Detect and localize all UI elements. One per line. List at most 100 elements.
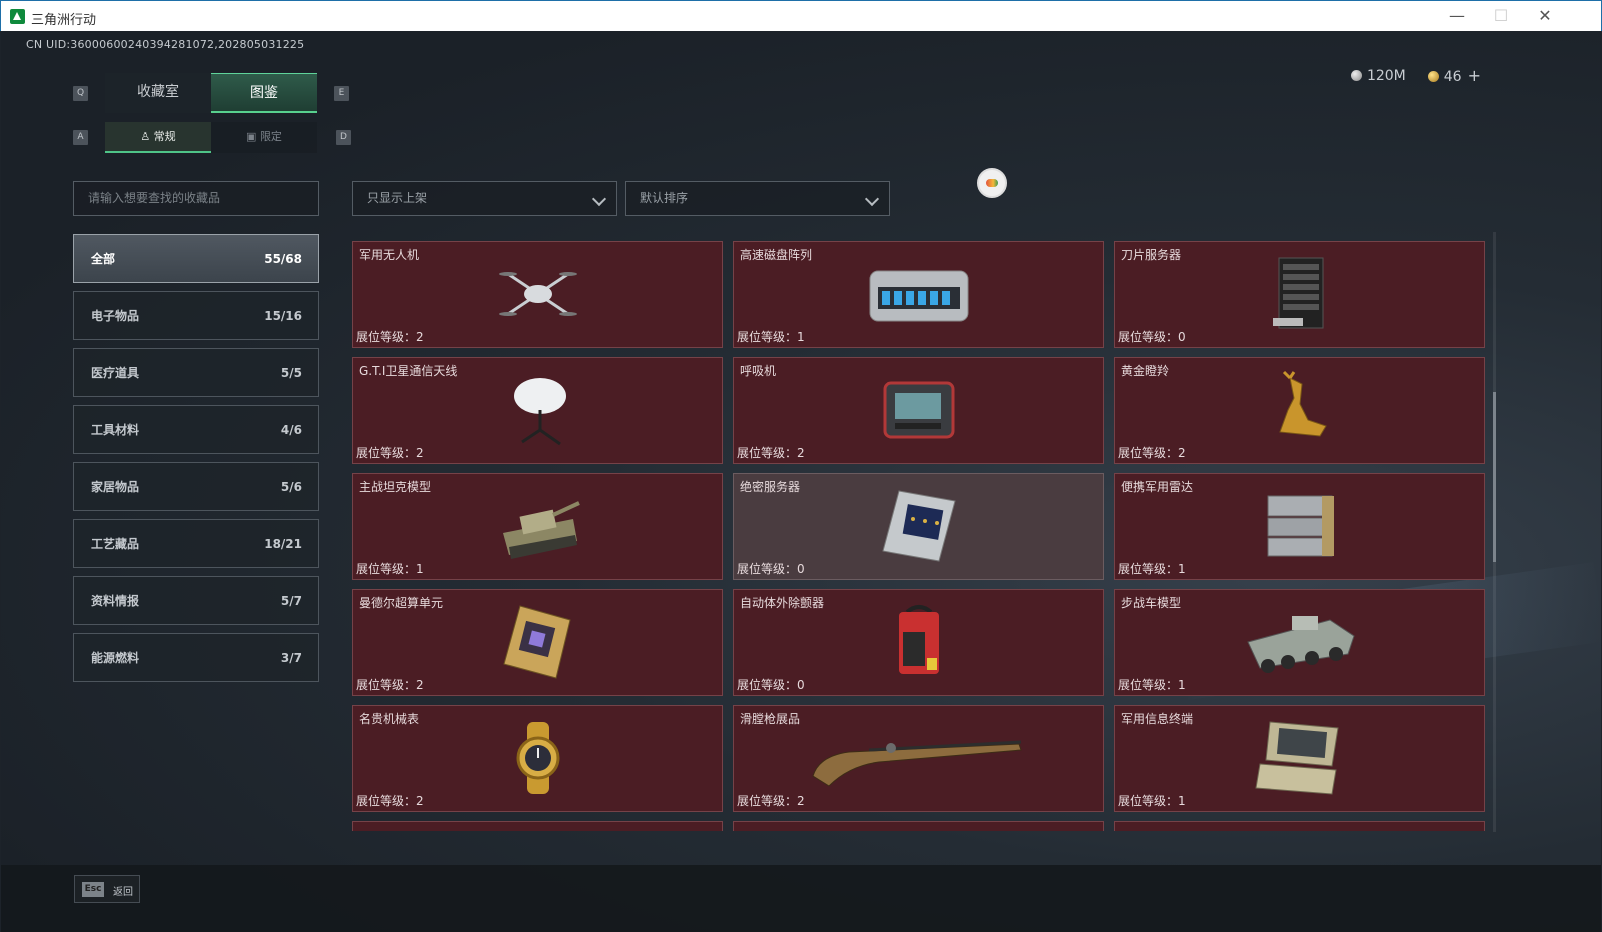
- category-tools[interactable]: 工具材料 4/6: [73, 405, 319, 454]
- add-currency-button[interactable]: +: [1468, 66, 1481, 85]
- category-label: 能源燃料: [91, 651, 140, 665]
- item-name: 曼德尔超算单元: [359, 596, 444, 610]
- category-count: 4/6: [280, 422, 302, 437]
- item-level: 展位等级：2: [1118, 446, 1186, 460]
- item-card[interactable]: 步战车模型 展位等级：1: [1114, 589, 1485, 696]
- item-grid: 军用无人机 展位等级：2 高速磁盘阵列 展位等级：1 刀片服务器 展位等级：0 …: [352, 241, 1485, 831]
- item-card[interactable]: 刀片服务器 展位等级：0: [1114, 241, 1485, 348]
- game-view: CN UID:36000600240394281072,202805031225…: [1, 31, 1601, 932]
- scrollbar-thumb[interactable]: [1493, 392, 1496, 562]
- category-count: 5/6: [280, 479, 302, 494]
- close-button[interactable]: ✕: [1523, 5, 1567, 27]
- defibrillator-icon: [898, 605, 939, 674]
- ventilator-icon: [883, 381, 954, 439]
- category-label: 电子物品: [91, 309, 140, 323]
- category-intel[interactable]: 资料情报 5/7: [73, 576, 319, 625]
- minimize-button[interactable]: —: [1435, 5, 1479, 27]
- item-card[interactable]: 主战坦克模型 展位等级：1: [352, 473, 723, 580]
- main-tabs: 收藏室 图鉴: [105, 73, 317, 113]
- back-button[interactable]: Esc 返回: [74, 875, 140, 903]
- item-name: 黄金瞪羚: [1121, 364, 1170, 378]
- category-count: 55/68: [264, 251, 302, 266]
- category-list: 全部 55/68 电子物品 15/16 医疗道具 5/5 工具材料 4/6 家居物品 5/…: [73, 234, 319, 690]
- item-card[interactable]: 便携军用雷达 展位等级：1: [1114, 473, 1485, 580]
- hotkey-prev-subtab: A: [73, 130, 88, 145]
- back-label: 返回: [113, 887, 133, 898]
- maximize-button[interactable]: ☐: [1479, 5, 1523, 27]
- item-card[interactable]: 高速磁盘阵列 展位等级：1: [733, 241, 1104, 348]
- server-board-icon: [881, 490, 956, 562]
- item-card[interactable]: 滑膛枪展品 展位等级：2: [733, 705, 1104, 812]
- shelf-filter-dropdown[interactable]: 只显示上架: [352, 181, 617, 216]
- supercomputer-icon: [502, 605, 571, 679]
- category-count: 18/21: [264, 536, 302, 551]
- hotkey-prev-tab: Q: [73, 86, 88, 101]
- item-level: 展位等级：0: [737, 678, 805, 692]
- category-count: 15/16: [264, 308, 302, 323]
- item-card[interactable]: 黄金瞪羚 展位等级：2: [1114, 357, 1485, 464]
- sort-dropdown[interactable]: 默认排序: [625, 181, 890, 216]
- category-all[interactable]: 全部 55/68: [73, 234, 319, 283]
- item-card[interactable]: [1114, 821, 1485, 831]
- category-count: 3/7: [280, 650, 302, 665]
- item-level: 展位等级：2: [356, 794, 424, 808]
- item-card[interactable]: 军用信息终端 展位等级：1: [1114, 705, 1485, 812]
- category-label: 资料情报: [91, 594, 140, 608]
- item-name: 自动体外除颤器: [740, 596, 825, 610]
- search-input[interactable]: 请输入想要查找的收藏品: [73, 181, 319, 216]
- tab-collection-room[interactable]: 收藏室: [105, 73, 211, 113]
- item-level: 展位等级：0: [737, 562, 805, 576]
- hotkey-next-subtab: D: [336, 130, 351, 145]
- item-card[interactable]: G.T.I卫星通信天线 展位等级：2: [352, 357, 723, 464]
- category-count: 5/5: [280, 365, 302, 380]
- image-icon: ▣: [246, 130, 260, 143]
- item-name: 便携军用雷达: [1121, 480, 1194, 494]
- category-electronics[interactable]: 电子物品 15/16: [73, 291, 319, 340]
- item-name: 步战车模型: [1121, 596, 1182, 610]
- disk-array-icon: [869, 270, 968, 322]
- person-icon: ♙: [140, 130, 154, 143]
- chevron-down-icon: [864, 191, 880, 207]
- category-label: 工具材料: [91, 423, 140, 437]
- item-name: 军用信息终端: [1121, 712, 1194, 726]
- category-medical[interactable]: 医疗道具 5/5: [73, 348, 319, 397]
- item-card[interactable]: 呼吸机 展位等级：2: [733, 357, 1104, 464]
- category-crafts[interactable]: 工艺藏品 18/21: [73, 519, 319, 568]
- item-level: 展位等级：1: [1118, 794, 1186, 808]
- item-name: 主战坦克模型: [359, 480, 432, 494]
- item-card[interactable]: [733, 821, 1104, 831]
- item-name: 高速磁盘阵列: [740, 248, 813, 262]
- tank-icon: [502, 501, 580, 559]
- category-count: 5/7: [280, 593, 302, 608]
- item-level: 展位等级：2: [737, 446, 805, 460]
- grid-scrollbar[interactable]: [1493, 232, 1496, 832]
- gold-currency: 46 +: [1427, 66, 1481, 85]
- item-card[interactable]: 曼德尔超算单元 展位等级：2: [352, 589, 723, 696]
- watch-icon: [516, 722, 559, 794]
- item-card[interactable]: 自动体外除颤器 展位等级：0: [733, 589, 1104, 696]
- item-level: 展位等级：1: [356, 562, 424, 576]
- subtab-limited[interactable]: ▣ 限定: [211, 122, 317, 153]
- subtab-regular-label: 常规: [153, 130, 176, 143]
- category-household[interactable]: 家居物品 5/6: [73, 462, 319, 511]
- currency-bar: 120M 46 +: [1350, 66, 1481, 85]
- sort-value: 默认排序: [640, 191, 689, 205]
- item-card[interactable]: 名贵机械表 展位等级：2: [352, 705, 723, 812]
- window-title: 三角洲行动: [31, 13, 97, 28]
- item-card[interactable]: 绝密服务器 展位等级：0: [733, 473, 1104, 580]
- radar-icon: [1267, 495, 1334, 557]
- item-level: 展位等级：0: [1118, 330, 1186, 344]
- gazelle-icon: [1278, 370, 1327, 437]
- event-badge-icon[interactable]: [977, 168, 1007, 198]
- item-card[interactable]: 军用无人机 展位等级：2: [352, 241, 723, 348]
- shelf-filter-value: 只显示上架: [367, 191, 428, 205]
- drone-icon: [498, 272, 577, 316]
- item-level: 展位等级：1: [1118, 562, 1186, 576]
- app-logo-icon: [10, 9, 25, 24]
- silver-coin-icon: [1350, 69, 1362, 81]
- esc-key: Esc: [82, 882, 104, 897]
- item-card[interactable]: [352, 821, 723, 831]
- category-energy[interactable]: 能源燃料 3/7: [73, 633, 319, 682]
- tab-catalog[interactable]: 图鉴: [211, 73, 317, 113]
- subtab-regular[interactable]: ♙ 常规: [105, 122, 211, 153]
